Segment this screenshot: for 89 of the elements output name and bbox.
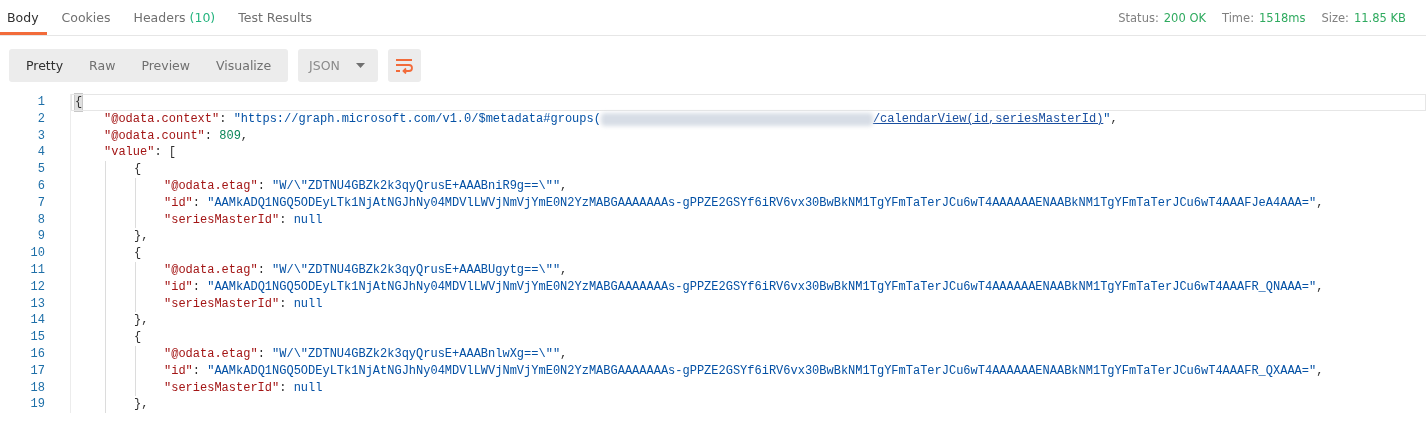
code-token: " <box>1103 110 1111 128</box>
line-number: 5 <box>36 161 46 178</box>
code-token: null <box>293 211 323 229</box>
code-token: : <box>192 278 201 296</box>
code-token: "@odata.etag" <box>164 261 258 279</box>
code-token: null <box>293 295 323 313</box>
wrap-lines-button[interactable] <box>387 49 421 82</box>
status-value: 11.85 KB <box>1354 10 1406 25</box>
view-mode-button[interactable]: Raw <box>76 58 129 73</box>
code-token: "AAMkADQ1NGQ5ODEyLTk1NjAtNGJhNy04MDVlLWVjNmVjYmE0N2YzMABGAAAAAAAs-gPPZE2GSYf6iRV6vx30BwBkNM1TgYFmTaTerJCu6wT4AAAAAAENAABkNM1TgYFmTaTerJCu6wT4AAAFR_QNAAA=" <box>207 278 1317 296</box>
status-label: Time: <box>1222 10 1255 25</box>
line-number: 2 <box>36 110 46 128</box>
code-token: "seriesMasterId" <box>164 295 280 313</box>
response-tab[interactable]: Cookies <box>54 0 119 35</box>
code-token: "W/\"ZDTNU4GBZk2k3qyQrusE+AAABUgytg==\"" <box>272 261 561 279</box>
line-number: 4 <box>36 144 46 162</box>
line-number: 16 <box>29 345 46 363</box>
wrap-lines-icon <box>395 57 414 74</box>
code-token: "id" <box>164 194 193 212</box>
status-label: Size: <box>1321 10 1349 25</box>
code-token: "AAMkADQ1NGQ5ODEyLTk1NjAtNGJhNy04MDVlLWVjNmVjYmE0N2YzMABGAAAAAAAs-gPPZE2GSYf6iRV6vx30BwBkNM1TgYFmTaTerJCu6wT4AAAAAAENAABkNM1TgYFmTaTerJCu6wT4AAAFJeA4AAA=" <box>207 194 1317 212</box>
line-number: 18 <box>29 379 46 397</box>
code-token: 809 <box>219 127 241 145</box>
code-token: "W/\"ZDTNU4GBZk2k3qyQrusE+AAABniR9g==\"" <box>272 178 561 195</box>
line-number: 1 <box>36 94 46 111</box>
code-token: "@odata.etag" <box>164 178 258 195</box>
code-token: { <box>134 245 142 262</box>
caret-icon <box>355 63 365 68</box>
code-token: : <box>279 379 288 397</box>
code-token: }, <box>134 312 149 330</box>
code-token: : <box>204 127 214 145</box>
line-number: 3 <box>36 127 46 145</box>
response-tab[interactable]: Body <box>0 0 47 35</box>
line-number: 11 <box>29 261 46 279</box>
line-number: 9 <box>36 228 46 246</box>
code-token: , <box>240 127 249 145</box>
line-number: 14 <box>29 312 46 330</box>
code-token: : <box>279 211 288 229</box>
format-dropdown[interactable]: JSON <box>298 49 378 82</box>
code-token: }, <box>134 228 149 246</box>
code-token: "W/\"ZDTNU4GBZk2k3qyQrusE+AAABnlwXg==\"" <box>272 345 561 363</box>
code-token: }, <box>134 396 149 414</box>
code-token: "id" <box>164 362 193 380</box>
view-mode-button[interactable]: Preview <box>128 58 204 73</box>
line-number: 6 <box>36 178 46 195</box>
code-token: , <box>560 178 568 195</box>
code-token: : [ <box>154 144 177 162</box>
code-token: "@odata.context" <box>104 110 220 128</box>
code-token: , <box>560 345 568 363</box>
code-token: : <box>257 345 266 363</box>
code-token: : <box>257 261 266 279</box>
response-tab[interactable]: Headers (10) <box>126 0 224 35</box>
line-number: 7 <box>36 194 46 212</box>
code-token: "id" <box>164 278 193 296</box>
code-token: : <box>192 194 201 212</box>
code-token: "seriesMasterId" <box>164 379 280 397</box>
code-link[interactable]: /calendarView(id,seriesMasterId) <box>872 110 1104 128</box>
line-number: 19 <box>29 396 46 414</box>
code-token: null <box>293 379 323 397</box>
code-token: , <box>1316 194 1324 212</box>
code-token: , <box>1110 110 1118 128</box>
line-number: 8 <box>36 211 46 229</box>
code-token: "https://graph.microsoft.com/v1.0/$metadata#groups( <box>233 110 601 128</box>
code-token: : <box>257 178 266 195</box>
code-token: , <box>1316 278 1324 296</box>
code-token: , <box>560 261 568 279</box>
status-value: 1518ms <box>1259 10 1306 25</box>
code-token: , <box>1316 362 1324 380</box>
line-number: 10 <box>29 245 46 262</box>
line-number: 15 <box>29 329 46 346</box>
code-token: : <box>279 295 288 313</box>
code-token: "value" <box>104 144 155 162</box>
code-token: "AAMkADQ1NGQ5ODEyLTk1NjAtNGJhNy04MDVlLWVjNmVjYmE0N2YzMABGAAAAAAAs-gPPZE2GSYf6iRV6vx30BwBkNM1TgYFmTaTerJCu6wT4AAAAAAENAABkNM1TgYFmTaTerJCu6wT4AAAFR_QXAAA=" <box>207 362 1317 380</box>
code-token: : <box>192 362 201 380</box>
status-value: 200 OK <box>1163 10 1206 25</box>
code-token: { <box>134 329 142 346</box>
status-label: Status: <box>1118 10 1159 25</box>
code-token: "seriesMasterId" <box>164 211 280 229</box>
line-number: 13 <box>29 295 46 313</box>
line-number: 17 <box>29 362 46 380</box>
code-token: "@odata.count" <box>104 127 205 145</box>
view-mode-button[interactable]: Visualize <box>203 58 285 73</box>
code-token: { <box>134 161 142 178</box>
code-token: : <box>219 110 228 128</box>
line-number: 12 <box>29 278 46 296</box>
code-token: "@odata.etag" <box>164 345 258 363</box>
view-mode-button[interactable]: Pretty <box>13 58 77 73</box>
response-tab[interactable]: Test Results <box>231 0 320 35</box>
code-token: { <box>75 94 83 111</box>
